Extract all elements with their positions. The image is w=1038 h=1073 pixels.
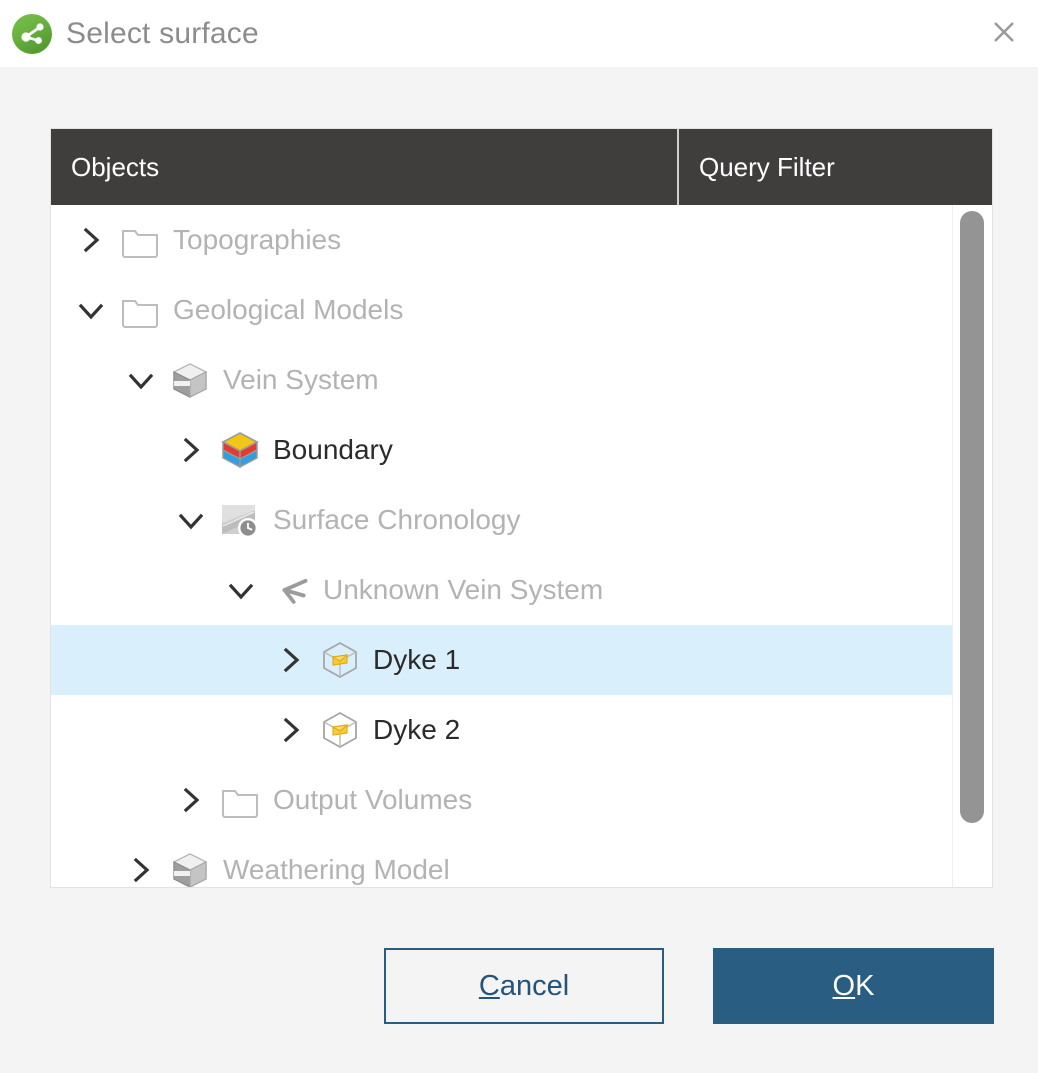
tree-row[interactable]: Weathering Model (51, 835, 952, 887)
surface-chronology-icon (219, 499, 261, 541)
table-header-row: Objects Query Filter (51, 129, 992, 205)
ok-button[interactable]: OK (713, 948, 994, 1024)
vein-cube-icon (319, 639, 361, 681)
dialog-footer: Cancel OK (0, 948, 1038, 1030)
cancel-button[interactable]: Cancel (384, 948, 664, 1024)
tree-row-label: Dyke 2 (373, 714, 461, 745)
tree-row-label: Unknown Vein System (323, 574, 604, 605)
tree-row-label: Output Volumes (273, 784, 473, 815)
tree-row-label: Boundary (273, 434, 393, 465)
vein-cube-icon (319, 709, 361, 751)
tree-body: Topographies Geological Models Vein System… (51, 205, 992, 887)
chevron-right-icon[interactable] (169, 428, 213, 472)
geological-model-icon (169, 359, 211, 401)
tree-rows-container: Topographies Geological Models Vein System… (51, 205, 952, 887)
tree-row[interactable]: Geological Models (51, 275, 952, 345)
tree-row[interactable]: Vein System (51, 345, 952, 415)
chevron-down-icon[interactable] (169, 498, 213, 542)
tree-row-label: Dyke 1 (373, 644, 461, 675)
geological-model-icon (169, 849, 211, 887)
chevron-right-icon[interactable] (269, 708, 313, 752)
tree-row-label: Geological Models (173, 294, 404, 325)
tree-row[interactable]: Unknown Vein System (51, 555, 952, 625)
tree-row[interactable]: Dyke 1 (51, 625, 952, 695)
dialog-titlebar: Select surface (0, 0, 1038, 67)
chevron-right-icon[interactable] (169, 778, 213, 822)
tree-row[interactable]: Boundary (51, 415, 952, 485)
object-tree-panel: Objects Query Filter Topographies Geologi… (50, 128, 993, 888)
chevron-down-icon[interactable] (69, 288, 113, 332)
close-icon[interactable] (986, 14, 1022, 50)
tree-row-label: Topographies (173, 224, 342, 255)
folder-icon (119, 289, 161, 331)
ok-button-label: OK (832, 969, 875, 1002)
leapfrog-network-icon (12, 13, 52, 54)
column-header-objects[interactable]: Objects (51, 129, 679, 205)
tree-row[interactable]: Dyke 2 (51, 695, 952, 765)
cancel-button-label: Cancel (478, 969, 570, 1002)
vertical-scrollbar[interactable] (952, 205, 991, 887)
chevron-down-icon[interactable] (119, 358, 163, 402)
tree-row[interactable]: Topographies (51, 205, 952, 275)
scrollbar-thumb[interactable] (960, 211, 984, 823)
tree-row-label: Vein System (223, 364, 379, 395)
tree-row[interactable]: Output Volumes (51, 765, 952, 835)
column-header-query-filter[interactable]: Query Filter (679, 129, 992, 205)
page-title: Select surface (66, 16, 259, 50)
folder-icon (219, 779, 261, 821)
tree-row[interactable]: Surface Chronology (51, 485, 952, 555)
boundary-cube-icon (219, 429, 261, 471)
chevron-right-icon[interactable] (69, 218, 113, 262)
tree-row-label: Surface Chronology (273, 504, 521, 535)
chevron-right-icon[interactable] (119, 848, 163, 887)
vein-system-icon (269, 569, 311, 611)
chevron-right-icon[interactable] (269, 638, 313, 682)
chevron-down-icon[interactable] (219, 568, 263, 612)
tree-row-label: Weathering Model (223, 854, 450, 885)
folder-icon (119, 219, 161, 261)
